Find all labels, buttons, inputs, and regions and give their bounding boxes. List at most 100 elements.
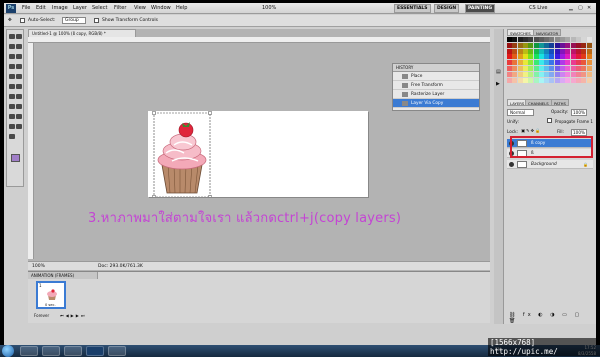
swatch[interactable] (560, 77, 565, 83)
swatch[interactable] (533, 54, 539, 60)
loop-dropdown[interactable]: Forever (34, 313, 49, 318)
workspace-essentials[interactable]: ESSENTIALS (394, 4, 431, 13)
tab-swatches[interactable]: SWATCHES (507, 29, 534, 36)
start-button-icon[interactable] (2, 345, 14, 357)
quick-select-tool-icon[interactable] (16, 44, 22, 49)
swatch[interactable] (517, 60, 523, 66)
layer-row[interactable]: Background 🔒 (507, 160, 593, 169)
swatch[interactable] (528, 66, 534, 71)
swatch[interactable] (549, 60, 555, 66)
media-player-icon[interactable] (42, 346, 60, 356)
close-icon[interactable]: ✕ (587, 5, 591, 11)
swatch[interactable] (538, 71, 544, 77)
document-tab[interactable]: Untitled-1 @ 100% (ß copy, RGB/8) * (28, 29, 136, 37)
swatch[interactable] (570, 66, 576, 71)
swatch[interactable] (575, 42, 581, 48)
swatch[interactable] (507, 42, 512, 48)
swatch[interactable] (533, 37, 539, 42)
swatch[interactable] (575, 60, 581, 66)
explorer-icon[interactable] (20, 346, 38, 356)
swatch[interactable] (549, 71, 555, 77)
swatch[interactable] (522, 37, 528, 42)
propagate-checkbox[interactable] (547, 118, 552, 123)
swatch[interactable] (533, 42, 539, 48)
stamp-tool-icon[interactable] (9, 74, 15, 79)
show-transform-checkbox[interactable] (94, 18, 99, 23)
swatch[interactable] (507, 37, 512, 42)
swatch[interactable] (554, 66, 560, 71)
swatch[interactable] (565, 66, 571, 71)
swatch[interactable] (517, 71, 523, 77)
swatch[interactable] (575, 71, 581, 77)
swatch[interactable] (507, 66, 512, 71)
swatch[interactable] (549, 37, 555, 42)
gradient-tool-icon[interactable] (16, 84, 22, 89)
swatch[interactable] (565, 77, 571, 83)
swatch[interactable] (522, 71, 528, 77)
swatch[interactable] (586, 48, 592, 54)
healing-tool-icon[interactable] (9, 64, 15, 69)
swatch[interactable] (522, 42, 528, 48)
swatch[interactable] (517, 48, 523, 54)
menu-image[interactable]: Image (52, 5, 68, 11)
lock-icons[interactable]: ▣✎✥🔒 (521, 128, 541, 134)
swatch[interactable] (533, 48, 539, 54)
tab-paths[interactable]: PATHS (551, 99, 569, 106)
zoom-level[interactable]: 100% (262, 5, 276, 11)
workspace-painting[interactable]: PAINTING (465, 4, 496, 13)
swatch[interactable] (533, 60, 539, 66)
history-item[interactable]: Rasterize Layer (393, 90, 479, 99)
tab-channels[interactable]: CHANNELS (525, 99, 552, 106)
chrome-icon[interactable] (64, 346, 82, 356)
swatch[interactable] (528, 54, 534, 60)
swatch[interactable] (581, 60, 587, 66)
history-panel-icon[interactable]: ▤ (496, 69, 501, 75)
swatch[interactable] (528, 77, 534, 83)
blur-tool-icon[interactable] (9, 94, 15, 99)
eraser-tool-icon[interactable] (9, 84, 15, 89)
swatch[interactable] (560, 37, 565, 42)
swatch[interactable] (533, 77, 539, 83)
playback-controls-icon[interactable]: ⏮◀▶▶⏭ (60, 313, 86, 318)
swatch[interactable] (586, 71, 592, 77)
menu-view[interactable]: View (134, 5, 146, 11)
swatch[interactable] (554, 48, 560, 54)
swatch[interactable] (586, 37, 592, 42)
swatch[interactable] (538, 54, 544, 60)
history-item[interactable]: Place (393, 72, 479, 81)
swatch[interactable] (544, 54, 550, 60)
swatch[interactable] (512, 37, 518, 42)
3d-tool-icon[interactable] (9, 124, 15, 129)
swatch[interactable] (586, 60, 592, 66)
move-tool-icon[interactable]: ✥ (8, 18, 12, 23)
history-item-selected[interactable]: Layer Via Copy (393, 99, 479, 108)
swatch[interactable] (581, 54, 587, 60)
swatch[interactable] (507, 54, 512, 60)
swatch[interactable] (554, 42, 560, 48)
animation-title[interactable]: ANIMATION (FRAMES) (28, 272, 98, 279)
swatch[interactable] (544, 71, 550, 77)
swatch[interactable] (528, 42, 534, 48)
swatch[interactable] (512, 48, 518, 54)
swatch[interactable] (538, 48, 544, 54)
menu-edit[interactable]: Edit (36, 5, 46, 11)
swatch[interactable] (517, 37, 523, 42)
swatch[interactable] (554, 54, 560, 60)
swatch[interactable] (575, 37, 581, 42)
foreground-color-swatch[interactable] (11, 154, 20, 162)
swatch[interactable] (549, 54, 555, 60)
maximize-icon[interactable]: ▢ (578, 5, 583, 11)
menu-help[interactable]: Help (176, 5, 187, 11)
app-icon[interactable] (108, 346, 126, 356)
swatch[interactable] (560, 42, 565, 48)
swatch[interactable] (533, 71, 539, 77)
swatch[interactable] (544, 60, 550, 66)
swatch[interactable] (560, 66, 565, 71)
swatch[interactable] (507, 77, 512, 83)
swatch[interactable] (565, 60, 571, 66)
eyedropper-tool-icon[interactable] (16, 54, 22, 59)
swatch[interactable] (522, 66, 528, 71)
minimize-icon[interactable]: ▁ (569, 5, 573, 11)
swatch[interactable] (575, 77, 581, 83)
canvas[interactable] (148, 111, 368, 199)
